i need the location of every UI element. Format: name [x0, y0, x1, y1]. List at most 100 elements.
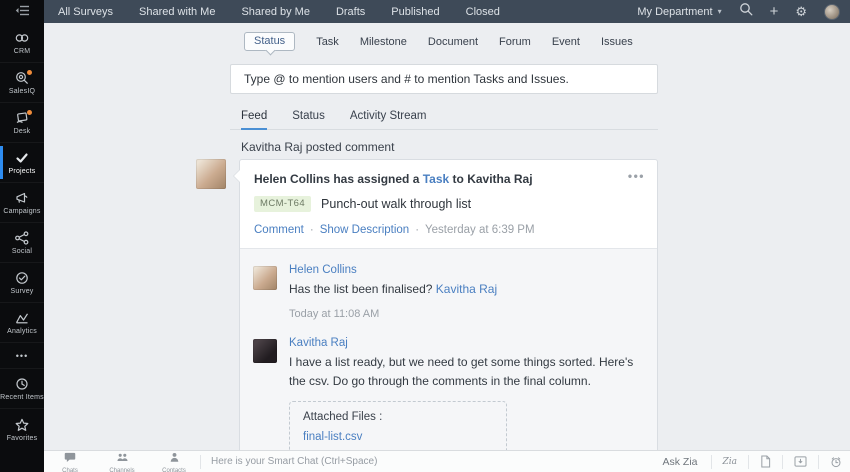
sidebar-item-projects[interactable]: Projects — [0, 143, 44, 183]
sidebar-item-label: Desk — [14, 128, 31, 135]
notification-dot — [27, 110, 32, 115]
comment-author-link[interactable]: Kavitha Raj — [289, 337, 348, 349]
topbar-tabs: All Surveys Shared with Me Shared by Me … — [58, 6, 500, 18]
sidebar-item-favorites[interactable]: Favorites — [0, 409, 44, 449]
module-tabs: Status Task Milestone Document Forum Eve… — [230, 23, 658, 51]
app-window: CRM SalesIQ Desk Projects — [0, 0, 850, 472]
recent-items-icon — [14, 376, 30, 392]
tab-issues[interactable]: Issues — [601, 36, 633, 48]
crm-icon — [14, 30, 30, 46]
campaigns-icon — [14, 190, 30, 206]
collapse-menu-button[interactable] — [0, 0, 44, 23]
attachment-file-link[interactable]: final-list.csv — [303, 431, 362, 443]
top-navigation-bar: All Surveys Shared with Me Shared by Me … — [44, 0, 850, 23]
status-mention-input[interactable]: Type @ to mention users and # to mention… — [230, 64, 658, 94]
channels-icon — [116, 450, 129, 468]
card-options-icon[interactable]: ••• — [628, 169, 645, 183]
avatar-kavitha-raj-small — [253, 339, 277, 363]
main-content: Status Task Milestone Document Forum Eve… — [44, 23, 850, 450]
comment-action-link[interactable]: Comment — [254, 224, 304, 236]
sidebar-item-desk[interactable]: Desk — [0, 103, 44, 143]
sidebar-item-salesiq[interactable]: SalesIQ — [0, 63, 44, 103]
sidebar-item-campaigns[interactable]: Campaigns — [0, 183, 44, 223]
mention-link[interactable]: Kavitha Raj — [436, 282, 497, 296]
projects-icon — [14, 150, 30, 166]
gear-icon[interactable]: ⚙ — [795, 5, 807, 18]
tab-event[interactable]: Event — [552, 36, 580, 48]
sidebar-item-recent-items[interactable]: Recent Items — [0, 369, 44, 409]
alarm-icon[interactable] — [819, 456, 850, 468]
comment-timestamp: Today at 11:08 AM — [289, 308, 645, 320]
title-suffix: to Kavitha Raj — [449, 172, 532, 186]
separator-dot: · — [310, 224, 314, 236]
channels-button[interactable]: Channels — [96, 449, 148, 472]
sidebar-item-survey[interactable]: Survey — [0, 263, 44, 303]
show-description-link[interactable]: Show Description — [320, 224, 409, 236]
sidebar-item-analytics[interactable]: Analytics — [0, 303, 44, 343]
hamburger-collapse-icon — [15, 3, 30, 21]
tab-forum[interactable]: Forum — [499, 36, 531, 48]
sidebar-item-label: Analytics — [7, 328, 37, 335]
comments-section: Helen Collins Has the list been finalise… — [240, 248, 657, 450]
card-actions-row: Comment · Show Description · Yesterday at 6:… — [254, 224, 643, 236]
contacts-label: Contacts — [162, 468, 186, 472]
tab-shared-by-me[interactable]: Shared by Me — [241, 6, 309, 18]
feed-card-header: Helen Collins has assigned a Task to Kav… — [240, 160, 657, 248]
more-icon: ••• — [16, 351, 28, 361]
ask-zia-button[interactable]: Ask Zia — [649, 456, 710, 468]
tab-status-feed[interactable]: Status — [292, 110, 325, 129]
tab-all-surveys[interactable]: All Surveys — [58, 6, 113, 18]
app-sidebar: CRM SalesIQ Desk Projects — [0, 0, 44, 472]
smart-chat-hint: Here is your Smart Chat (Ctrl+Space) — [211, 456, 377, 467]
tab-milestone[interactable]: Milestone — [360, 36, 407, 48]
plus-icon[interactable]: + — [770, 4, 779, 19]
chats-label: Chats — [62, 468, 78, 472]
tab-status-module[interactable]: Status — [244, 32, 295, 51]
tab-feed[interactable]: Feed — [241, 110, 267, 130]
comment-author-link[interactable]: Helen Collins — [289, 264, 357, 276]
card-timestamp: Yesterday at 6:39 PM — [425, 224, 535, 236]
favorites-icon — [14, 417, 30, 433]
avatar-helen-collins — [196, 159, 226, 189]
document-icon[interactable] — [749, 455, 782, 468]
tab-published[interactable]: Published — [391, 6, 439, 18]
chevron-down-icon: ▾ — [718, 7, 722, 16]
attached-files-box: Attached Files : final-list.csv — [289, 401, 507, 450]
department-label: My Department — [637, 6, 712, 18]
task-link[interactable]: Task — [423, 172, 449, 186]
activity-heading: Kavitha Raj posted comment — [241, 140, 658, 154]
channels-label: Channels — [109, 468, 134, 472]
sidebar-item-social[interactable]: Social — [0, 223, 44, 263]
sidebar-item-label: Campaigns — [3, 208, 40, 215]
tab-shared-with-me[interactable]: Shared with Me — [139, 6, 215, 18]
screen-share-icon[interactable] — [783, 456, 818, 467]
sidebar-item-label: Social — [12, 248, 32, 255]
tab-closed[interactable]: Closed — [466, 6, 500, 18]
sidebar-item-label: CRM — [14, 48, 31, 55]
chats-button[interactable]: Chats — [44, 449, 96, 472]
department-dropdown[interactable]: My Department ▾ — [637, 6, 721, 18]
tab-task[interactable]: Task — [316, 36, 339, 48]
title-prefix: Helen Collins has assigned a — [254, 172, 423, 186]
zia-glyph: Zia — [723, 457, 738, 467]
zia-icon[interactable]: Zia — [712, 457, 749, 467]
comment-text: Has the list been finalised? Kavitha Raj — [289, 280, 645, 299]
separator-dot: · — [415, 224, 419, 236]
comment-text-body: Has the list been finalised? — [289, 282, 436, 296]
user-avatar[interactable] — [824, 4, 840, 20]
tab-drafts[interactable]: Drafts — [336, 6, 365, 18]
smart-chat-bar: Chats Channels Contacts Here is your Sma… — [44, 450, 850, 472]
comment-kavitha: Kavitha Raj I have a list ready, but we … — [252, 337, 645, 450]
search-icon[interactable] — [739, 2, 753, 21]
sidebar-item-more[interactable]: ••• — [0, 343, 44, 369]
tab-activity-stream[interactable]: Activity Stream — [350, 110, 427, 129]
contacts-button[interactable]: Contacts — [148, 449, 200, 472]
attached-files-label: Attached Files : — [303, 411, 493, 423]
sidebar-item-crm[interactable]: CRM — [0, 23, 44, 63]
comment-helen: Helen Collins Has the list been finalise… — [252, 264, 645, 320]
task-id-badge: MCM-T64 — [254, 196, 311, 212]
chat-bubble-icon — [64, 450, 76, 468]
divider — [200, 455, 201, 469]
sidebar-item-label: Favorites — [7, 435, 38, 442]
tab-document[interactable]: Document — [428, 36, 478, 48]
